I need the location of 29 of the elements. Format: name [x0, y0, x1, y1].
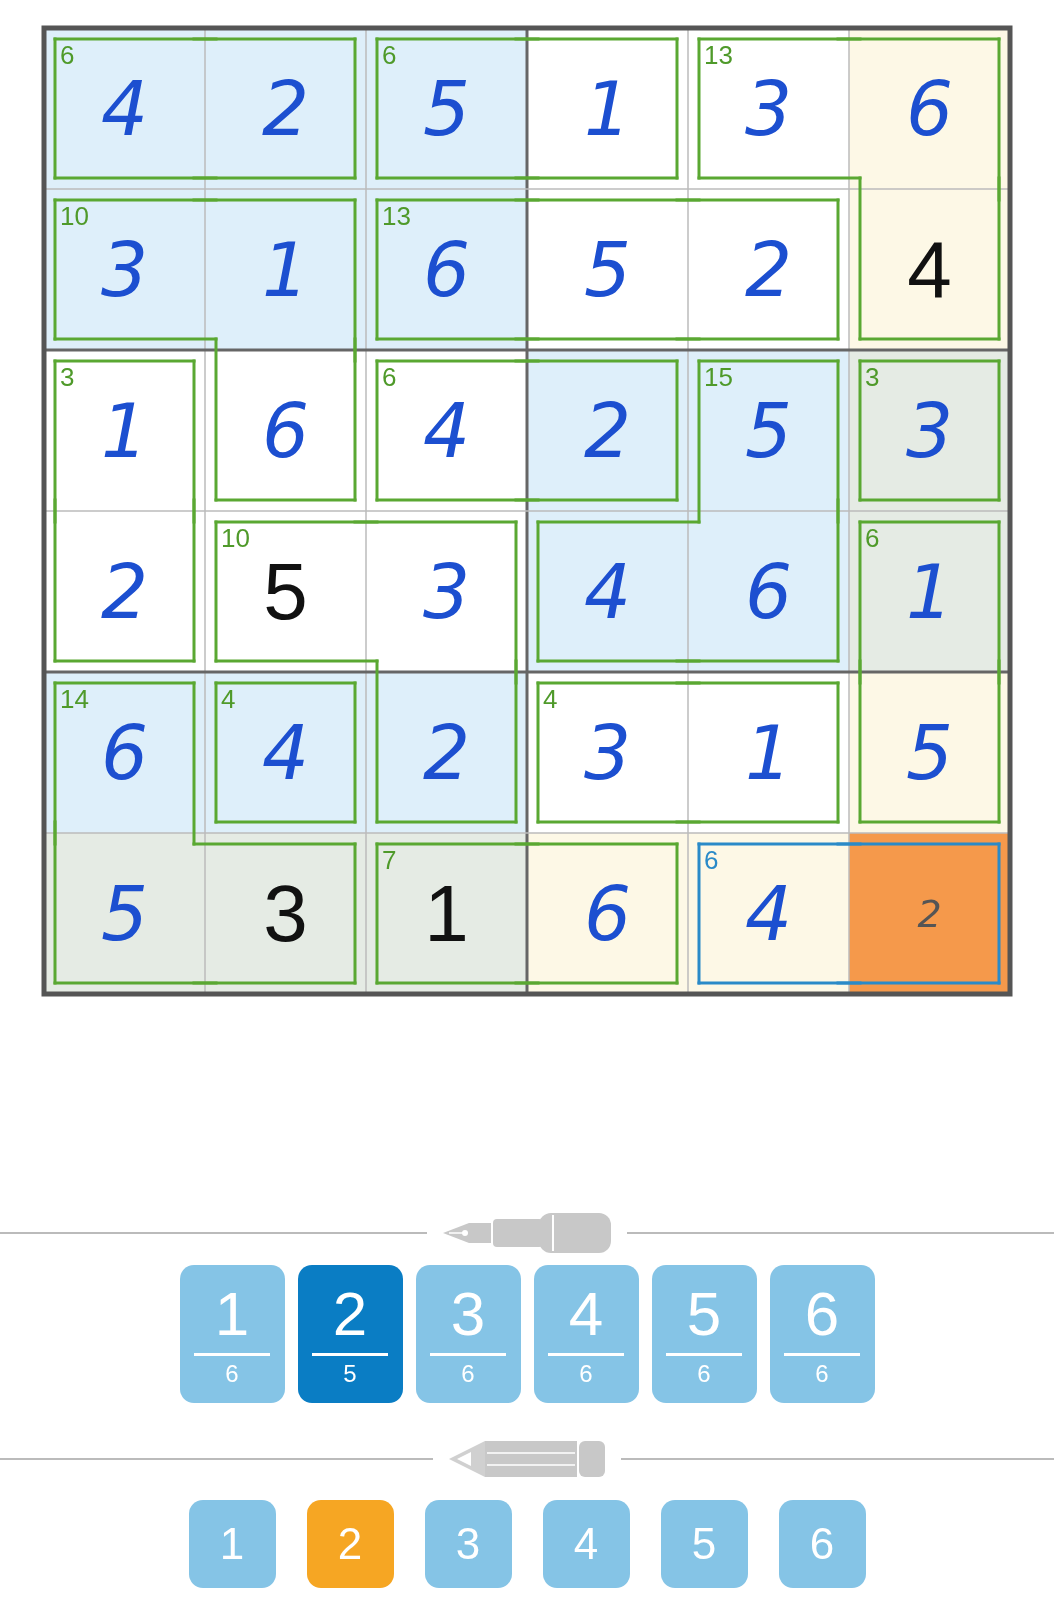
number-button[interactable]: 2 5	[297, 1265, 403, 1403]
cage-sum: 13	[704, 40, 733, 70]
cage-sum: 4	[221, 684, 236, 714]
cage-sum: 10	[60, 201, 89, 231]
sudoku-cell[interactable]: 6	[527, 833, 688, 994]
sudoku-cell[interactable]: 4	[849, 189, 1010, 350]
sudoku-cell[interactable]: 2	[366, 672, 527, 833]
cage-sum: 6	[704, 845, 719, 875]
cage-sum: 3	[60, 362, 75, 392]
sudoku-cell[interactable]: 5	[44, 833, 205, 994]
cage-sum: 3	[865, 362, 880, 392]
cage-sum: 6	[60, 40, 75, 70]
cage-sum: 15	[704, 362, 733, 392]
cage-sum: 6	[865, 523, 880, 553]
cage-sum: 10	[221, 523, 250, 553]
sudoku-cell[interactable]: 3	[205, 833, 366, 994]
cage-sum: 4	[543, 684, 558, 714]
sudoku-cell[interactable]: 2	[527, 350, 688, 511]
sudoku-cell[interactable]: 5	[849, 672, 1010, 833]
cage-sum: 14	[60, 684, 89, 714]
cage-sum: 7	[382, 845, 397, 875]
cage-sum: 13	[382, 201, 411, 231]
pen-icon	[441, 1211, 613, 1255]
cage-sum: 6	[382, 362, 397, 392]
sudoku-cell[interactable]: 6	[688, 511, 849, 672]
sudoku-cell[interactable]: 1	[205, 189, 366, 350]
sudoku-cell[interactable]: 6	[849, 28, 1010, 189]
cage-sum: 6	[382, 40, 397, 70]
sudoku-cell[interactable]: 2	[849, 833, 1010, 994]
